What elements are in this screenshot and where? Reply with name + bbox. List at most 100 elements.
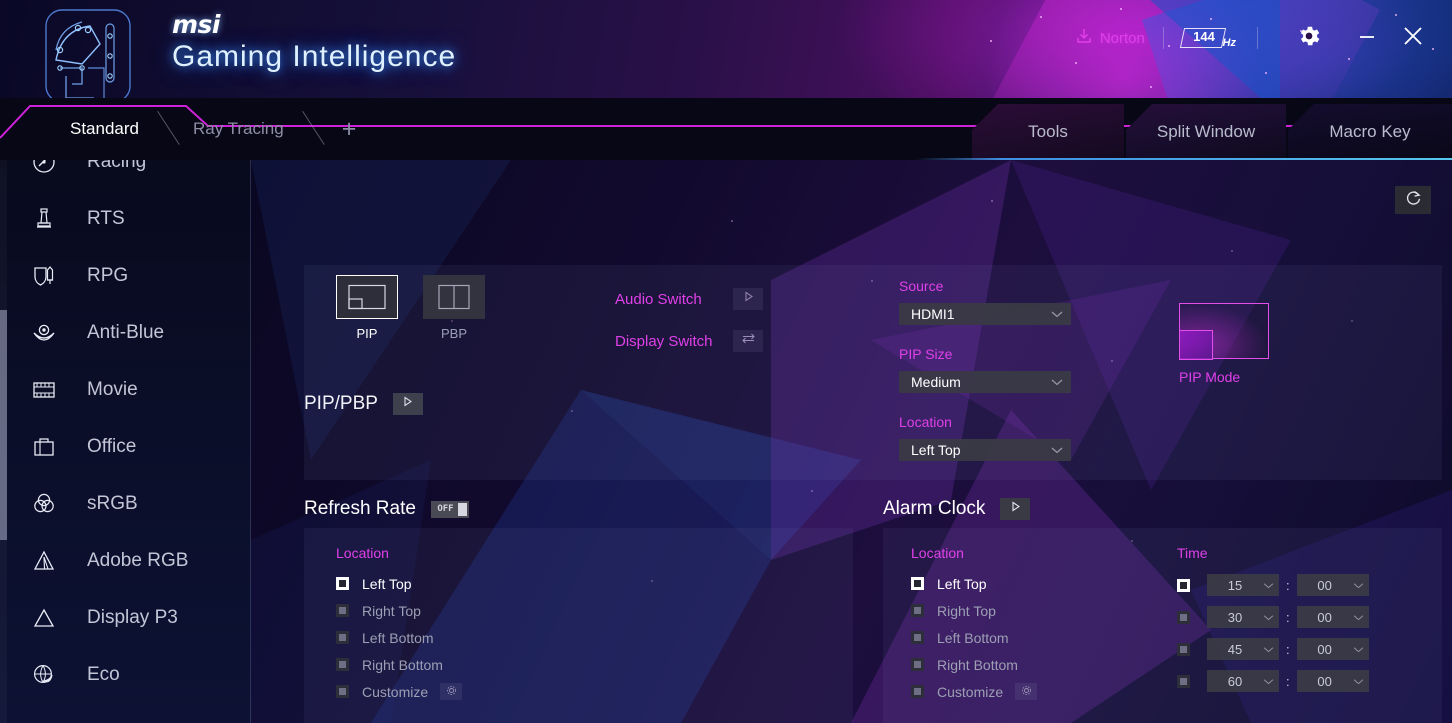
download-icon xyxy=(1075,27,1093,49)
pbp-mode-label: PBP xyxy=(440,326,467,341)
alarm-seconds-select[interactable]: 00 xyxy=(1296,670,1369,692)
sidebar-item-label: Anti-Blue xyxy=(87,321,165,343)
option-label: Customize xyxy=(937,683,1004,700)
radio-icon xyxy=(911,604,924,617)
chevron-down-icon xyxy=(1051,373,1063,391)
tab-tools[interactable]: Tools xyxy=(972,104,1124,160)
pbp-layout-icon[interactable] xyxy=(423,275,485,319)
refresh-rate-value: 144 xyxy=(1192,29,1215,45)
refresh-rate-toggle[interactable]: OFF xyxy=(430,500,469,518)
sidebar-item-srgb[interactable]: sRGB xyxy=(0,475,251,532)
refresh-rate-option-customize[interactable]: Customize xyxy=(336,678,463,705)
alarm-seconds-select[interactable]: 00 xyxy=(1296,638,1369,660)
tab-split-window[interactable]: Split Window xyxy=(1126,104,1286,160)
refresh-rate-option-right-bottom[interactable]: Right Bottom xyxy=(336,651,462,678)
page-title: Gaming Intelligence xyxy=(172,40,457,73)
sidebar-item-rpg[interactable]: RPG xyxy=(0,247,251,304)
tab-standard[interactable]: Standard xyxy=(60,119,149,139)
pip-mode-option[interactable]: PIP xyxy=(336,275,398,341)
eye-care-icon xyxy=(22,319,66,347)
refresh-rate-option-left-bottom[interactable]: Left Bottom xyxy=(336,624,462,651)
alarm-minutes-select[interactable]: 45 xyxy=(1207,638,1279,660)
option-label: Right Top xyxy=(937,602,996,619)
pip-size-select[interactable]: Medium xyxy=(899,371,1071,393)
chevron-down-icon xyxy=(1353,672,1364,690)
refresh-rate-header: Refresh Rate OFF xyxy=(304,498,469,520)
alarm-minutes-select[interactable]: 15 xyxy=(1207,574,1279,596)
sidebar-item-display-p3[interactable]: Display P3 xyxy=(0,589,251,646)
alarm-clock-header: Alarm Clock xyxy=(883,498,1031,520)
alarm-clock-location-group: Location Left Top Right Top Left Bottom … xyxy=(911,545,1038,705)
refresh-rate-option-left-top[interactable]: Left Top xyxy=(336,570,462,597)
chevron-down-icon xyxy=(1263,640,1274,658)
alarm-clock-play-button[interactable] xyxy=(1000,498,1031,520)
settings-button[interactable] xyxy=(1296,23,1322,54)
tab-macro-key[interactable]: Macro Key xyxy=(1288,104,1452,160)
sidebar-item-label: RTS xyxy=(87,207,125,229)
sidebar-item-anti-blue[interactable]: Anti-Blue xyxy=(0,304,251,361)
alarm-option-right-bottom[interactable]: Right Bottom xyxy=(911,651,1037,678)
alarm-seconds-value: 00 xyxy=(1317,577,1332,593)
alarm-time-label: Time xyxy=(1177,545,1208,561)
sidebar-item-rts[interactable]: RTS xyxy=(0,190,251,247)
alarm-option-left-bottom[interactable]: Left Bottom xyxy=(911,624,1037,651)
radio-icon xyxy=(911,577,924,590)
alarm-option-right-top[interactable]: Right Top xyxy=(911,597,1037,624)
pip-size-field: PIP Size Medium xyxy=(899,346,1071,393)
close-button[interactable] xyxy=(1390,18,1436,58)
brand-msi: msi xyxy=(172,10,221,39)
alarm-minutes-select[interactable]: 30 xyxy=(1207,606,1279,628)
minimize-button[interactable] xyxy=(1344,18,1390,58)
option-label: Right Bottom xyxy=(937,656,1018,673)
alarm-option-left-top[interactable]: Left Top xyxy=(911,570,1037,597)
audio-switch-button[interactable] xyxy=(733,288,763,310)
refresh-rate-customize-button[interactable] xyxy=(440,683,463,701)
reset-button[interactable] xyxy=(1395,186,1431,214)
pip-location-select[interactable]: Left Top xyxy=(899,439,1071,461)
audio-switch-label: Audio Switch xyxy=(615,290,702,308)
alarm-customize-button[interactable] xyxy=(1015,683,1038,700)
title-bar: msi Gaming Intelligence Norton 144 Hz xyxy=(0,0,1452,103)
sidebar-item-office[interactable]: Office xyxy=(0,418,251,475)
radio-icon xyxy=(911,631,924,644)
alarm-time-checkbox[interactable] xyxy=(1177,674,1190,688)
pbp-mode-option[interactable]: PBP xyxy=(423,275,485,341)
gear-icon xyxy=(446,683,457,701)
tab-separator-1 xyxy=(149,109,183,149)
alarm-minutes-value: 45 xyxy=(1227,641,1243,657)
alarm-seconds-select[interactable]: 00 xyxy=(1296,606,1369,628)
display-switch-label: Display Switch xyxy=(615,332,713,350)
play-icon xyxy=(1009,500,1022,518)
content-area: PIP/PBP PIP PBP Audio Switch Display Swi… xyxy=(251,160,1452,723)
location-field: Location Left Top xyxy=(899,414,1071,461)
alarm-option-customize[interactable]: Customize xyxy=(911,678,1038,705)
refresh-rate-option-right-top[interactable]: Right Top xyxy=(336,597,462,624)
brand-block: msi Gaming Intelligence xyxy=(172,12,456,74)
option-label: Right Top xyxy=(362,602,421,619)
chevron-down-icon xyxy=(1353,576,1364,594)
alarm-time-row: 60 : 00 xyxy=(1177,665,1369,697)
source-select[interactable]: HDMI1 xyxy=(899,303,1071,325)
refresh-rate-badge[interactable]: 144 Hz xyxy=(1179,28,1239,49)
add-profile-button[interactable]: + xyxy=(328,116,371,142)
tab-ray-tracing[interactable]: Ray Tracing xyxy=(183,119,294,139)
alarm-minutes-select[interactable]: 60 xyxy=(1207,670,1279,692)
display-switch-row: Display Switch xyxy=(615,320,763,362)
sidebar-item-adobe-rgb[interactable]: Adobe RGB xyxy=(0,532,251,589)
pip-layout-icon[interactable] xyxy=(336,275,398,319)
norton-download-link[interactable]: Norton xyxy=(1075,27,1145,49)
alarm-time-checkbox[interactable] xyxy=(1177,642,1190,656)
header-divider-1 xyxy=(1162,27,1164,49)
alarm-seconds-value: 00 xyxy=(1317,609,1332,625)
shield-sword-icon xyxy=(22,262,66,290)
tab-bar: Standard Ray Tracing + Tools Split Windo… xyxy=(0,98,1452,160)
profile-tabs: Standard Ray Tracing + xyxy=(0,98,370,160)
alarm-time-checkbox[interactable] xyxy=(1177,578,1190,592)
display-switch-button[interactable] xyxy=(733,330,763,352)
refresh-rate-box: 144 xyxy=(1179,28,1226,48)
alarm-seconds-select[interactable]: 00 xyxy=(1296,574,1369,596)
sidebar-item-movie[interactable]: Movie xyxy=(0,361,251,418)
sidebar-item-racing[interactable]: Racing xyxy=(0,160,251,190)
alarm-time-checkbox[interactable] xyxy=(1177,610,1190,624)
sidebar-item-eco[interactable]: Eco xyxy=(0,646,251,703)
